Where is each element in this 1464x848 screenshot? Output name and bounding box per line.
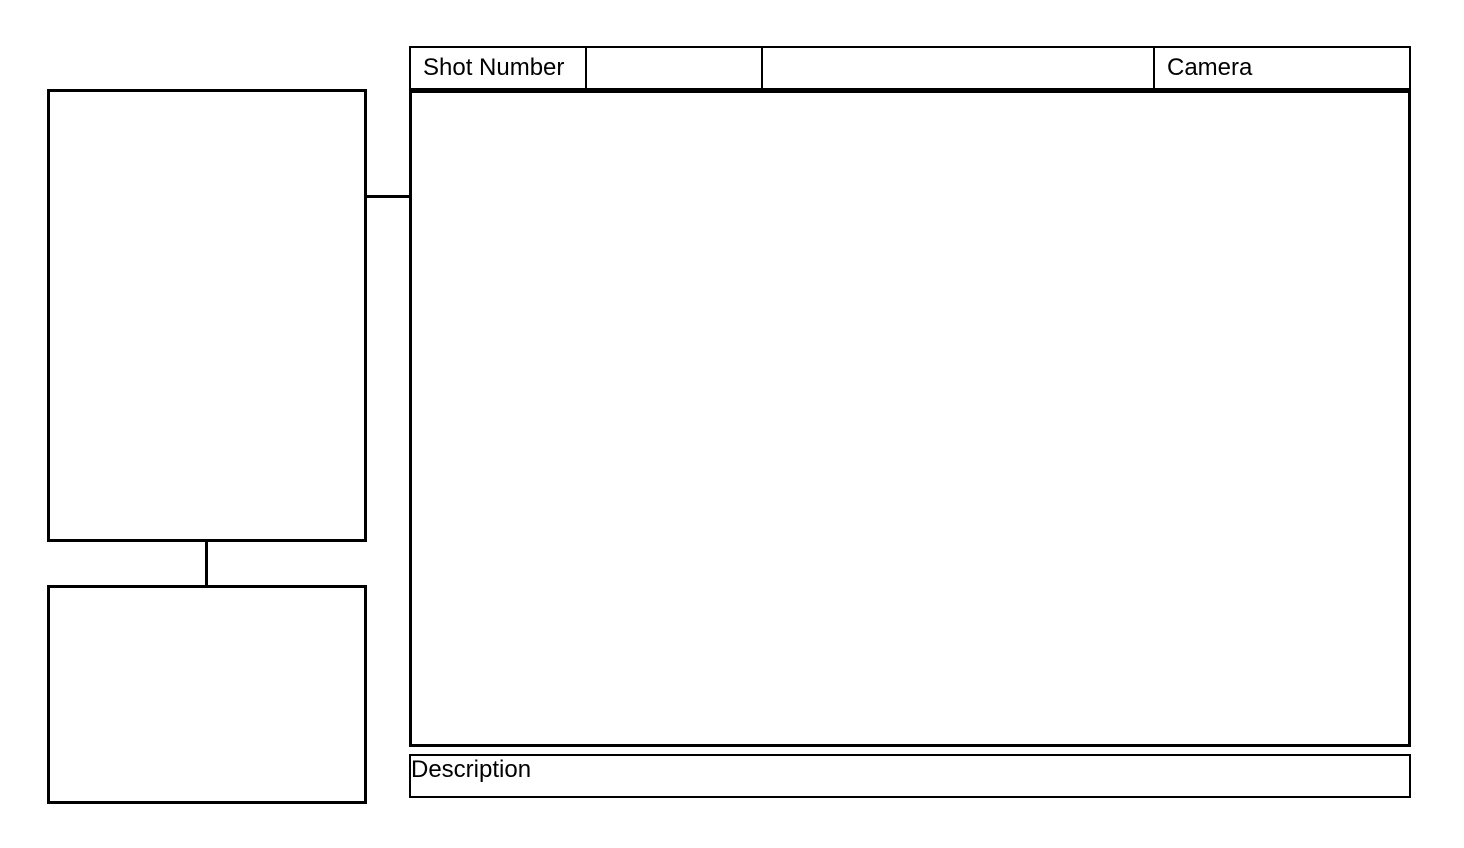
connector-vertical	[205, 542, 208, 585]
shot-number-value[interactable]	[587, 48, 763, 88]
left-panel-lower	[47, 585, 367, 804]
header-spacer	[763, 48, 1155, 88]
description-label: Description	[411, 756, 571, 796]
main-frame	[409, 90, 1411, 747]
left-panel-upper	[47, 89, 367, 542]
shot-number-label: Shot Number	[411, 48, 587, 88]
description-value[interactable]	[571, 756, 1409, 796]
connector-horizontal	[367, 195, 409, 198]
header-row: Shot Number Camera	[409, 46, 1411, 90]
footer-row: Description	[409, 754, 1411, 798]
storyboard-card: Shot Number Camera Description	[0, 0, 1464, 848]
camera-label: Camera	[1155, 48, 1409, 88]
